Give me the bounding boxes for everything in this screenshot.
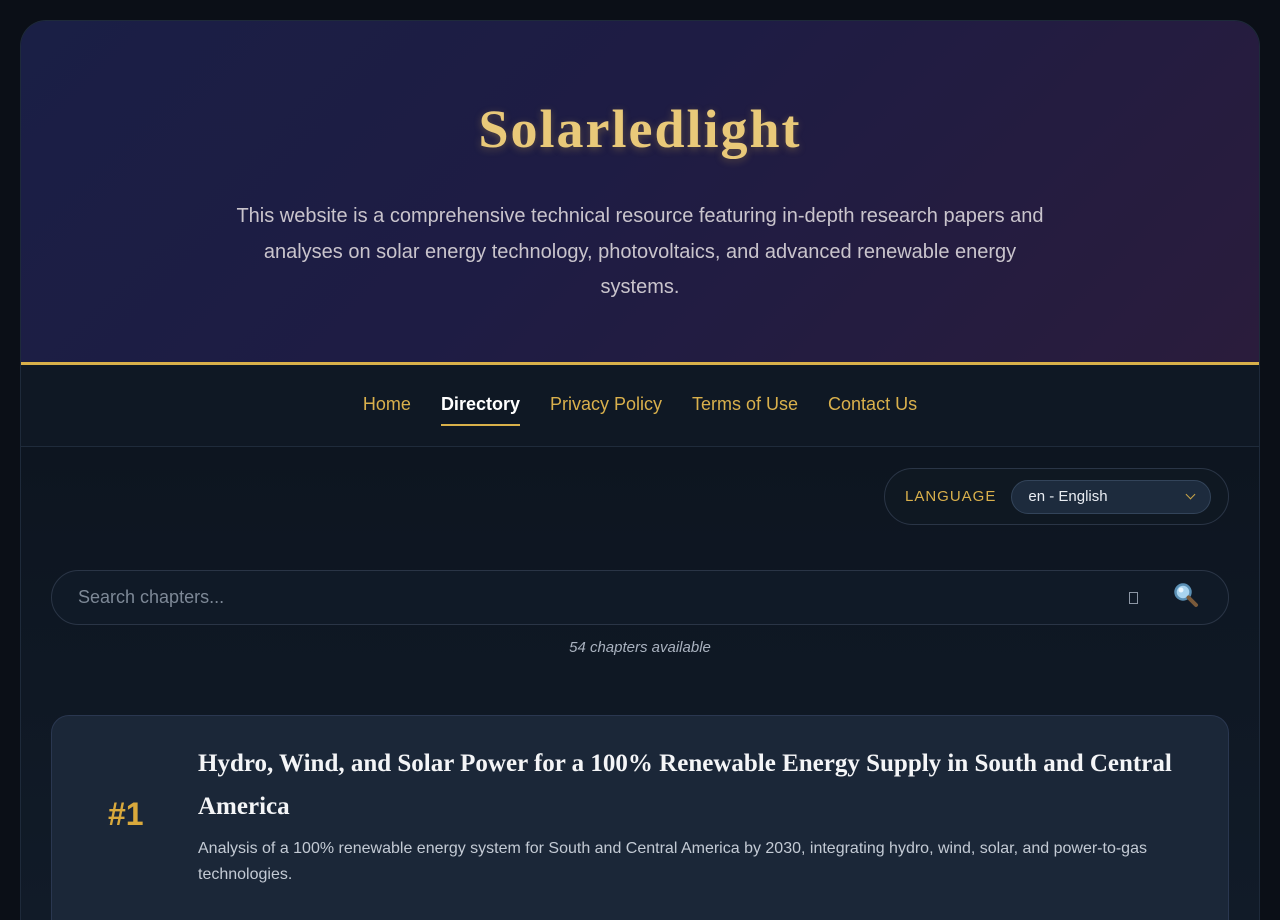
chapter-number: #1 xyxy=(108,796,144,832)
nav-terms-of-use[interactable]: Terms of Use xyxy=(692,386,798,426)
search-bar xyxy=(51,570,1229,625)
site-title: Solarledlight xyxy=(478,99,802,159)
clear-icon[interactable] xyxy=(1129,591,1138,604)
chapter-card[interactable]: #1 Hydro, Wind, and Solar Power for a 10… xyxy=(51,715,1229,920)
chevron-down-icon xyxy=(1185,489,1196,500)
nav-home[interactable]: Home xyxy=(363,386,411,426)
search-input[interactable] xyxy=(52,571,1129,624)
language-label: LANGUAGE xyxy=(905,488,997,505)
chapter-count: 54 chapters available xyxy=(569,639,711,656)
chapter-title[interactable]: Hydro, Wind, and Solar Power for a 100% … xyxy=(198,742,1188,828)
main-nav: Home Directory Privacy Policy Terms of U… xyxy=(21,365,1259,447)
nav-privacy-policy[interactable]: Privacy Policy xyxy=(550,386,662,426)
nav-directory[interactable]: Directory xyxy=(440,386,520,426)
language-selected-value: en - English xyxy=(1028,488,1108,505)
page-frame: Solarledlight This website is a comprehe… xyxy=(20,20,1260,920)
site-header: Solarledlight This website is a comprehe… xyxy=(21,21,1259,365)
language-dropdown[interactable]: en - English xyxy=(1011,479,1212,514)
nav-contact-us[interactable]: Contact Us xyxy=(828,386,917,426)
site-description: This website is a comprehensive technica… xyxy=(236,205,1044,298)
language-selector: LANGUAGE en - English xyxy=(884,468,1229,525)
chapter-description: Analysis of a 100% renewable energy syst… xyxy=(198,840,1147,883)
search-icon[interactable] xyxy=(1171,580,1228,615)
main-content: LANGUAGE en - English 54 chapters availa… xyxy=(21,447,1259,920)
